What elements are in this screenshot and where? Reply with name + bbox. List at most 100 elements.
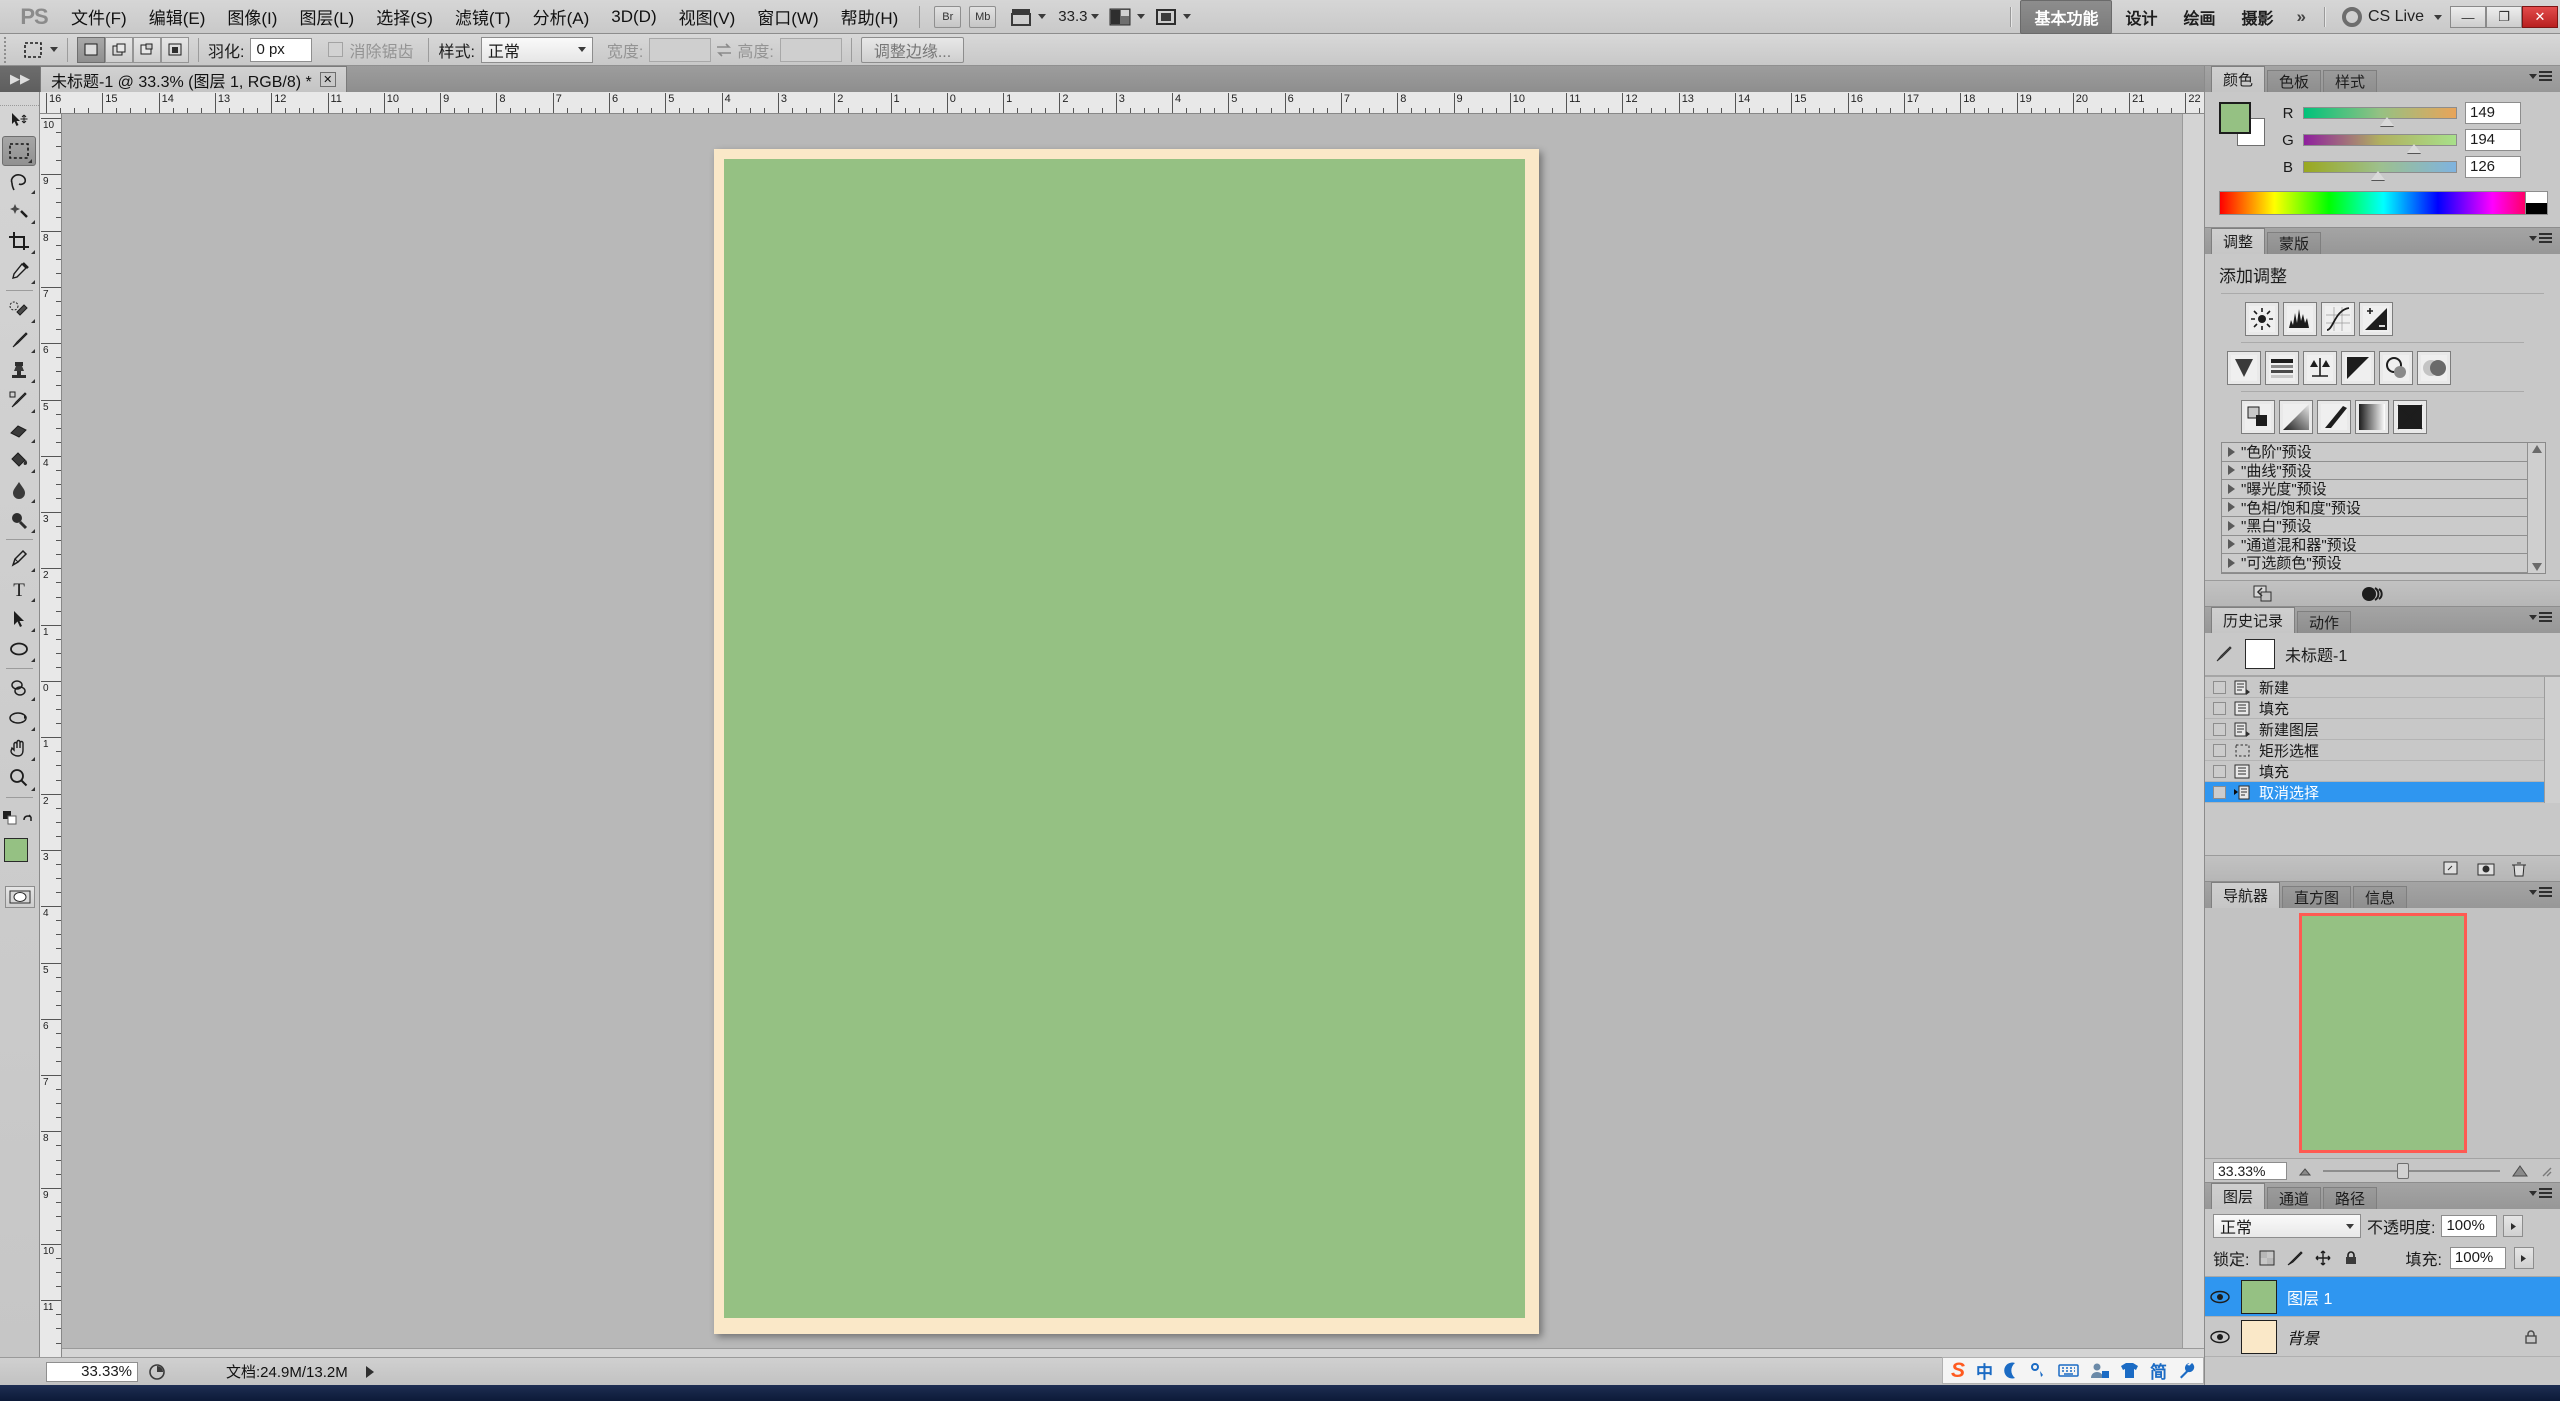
- color-swatches[interactable]: [0, 836, 40, 880]
- expand-triangle-icon[interactable]: [2228, 446, 2235, 457]
- restore-button[interactable]: ❐: [2486, 6, 2522, 28]
- skin-icon[interactable]: [2120, 1362, 2139, 1379]
- history-state-row[interactable]: 新建: [2205, 677, 2560, 698]
- menu-3d[interactable]: 3D(D): [600, 3, 667, 31]
- eyedropper-tool[interactable]: [0, 256, 38, 286]
- gradient-map-icon[interactable]: [2355, 400, 2389, 434]
- tab-swatches[interactable]: 色板: [2267, 70, 2322, 92]
- close-icon[interactable]: ✕: [319, 72, 336, 87]
- close-button[interactable]: ✕: [2522, 6, 2558, 28]
- layer-row-selected[interactable]: 图层 1: [2205, 1277, 2560, 1317]
- color-panel-swatches[interactable]: [2219, 102, 2269, 148]
- zoom-out-icon[interactable]: [2297, 1165, 2313, 1177]
- navigator-preview[interactable]: [2205, 908, 2560, 1158]
- return-to-adjustment-list-icon[interactable]: [2253, 585, 2273, 603]
- minimize-button[interactable]: —: [2450, 6, 2486, 28]
- tab-history[interactable]: 历史记录: [2211, 607, 2296, 633]
- snapshot-brush-icon[interactable]: [2213, 644, 2235, 664]
- b-slider-knob[interactable]: [2370, 171, 2385, 180]
- moon-icon[interactable]: [2004, 1362, 2019, 1379]
- intersect-selection-button[interactable]: [161, 36, 189, 63]
- crop-tool[interactable]: [0, 226, 38, 256]
- brush-tool[interactable]: [0, 325, 38, 355]
- subtract-from-selection-button[interactable]: [133, 36, 161, 63]
- navigator-zoom-slider[interactable]: [2323, 1162, 2500, 1180]
- ime-mode-label[interactable]: 中: [1976, 1358, 1993, 1383]
- spectrum-white-black-ends[interactable]: [2525, 192, 2547, 214]
- wrench-icon[interactable]: [2178, 1362, 2195, 1379]
- fill-stepper-icon[interactable]: [2513, 1247, 2534, 1269]
- history-state-checkbox[interactable]: [2213, 743, 2226, 757]
- feather-input[interactable]: 0 px: [250, 37, 313, 62]
- navigator-thumbnail[interactable]: [2298, 913, 2467, 1153]
- sogou-logo-icon[interactable]: S: [1951, 1359, 1965, 1383]
- blend-mode-dropdown[interactable]: 正常: [2213, 1214, 2361, 1238]
- history-state-checkbox[interactable]: [2213, 722, 2226, 736]
- ellipse-shape-tool[interactable]: [0, 634, 38, 664]
- preset-item[interactable]: "通道混和器"预设: [2222, 535, 2527, 554]
- layer-visibility-icon[interactable]: [2209, 1330, 2231, 1344]
- resize-grip-icon[interactable]: [2540, 1165, 2552, 1177]
- lock-all-icon[interactable]: [2341, 1248, 2361, 1268]
- history-state-row[interactable]: 矩形选框: [2205, 740, 2560, 761]
- create-document-from-state-icon[interactable]: [2443, 861, 2461, 877]
- screen-mode-icon[interactable]: [1008, 6, 1034, 28]
- history-state-row-selected[interactable]: 取消选择: [2205, 782, 2560, 803]
- foreground-color-swatch[interactable]: [4, 838, 28, 862]
- color-balance-icon[interactable]: [2303, 351, 2337, 385]
- expand-triangle-icon[interactable]: [2228, 465, 2235, 476]
- history-state-row[interactable]: 新建图层: [2205, 719, 2560, 740]
- b-value-input[interactable]: 126: [2465, 156, 2521, 178]
- expand-triangle-icon[interactable]: [2228, 483, 2235, 494]
- expand-triangle-icon[interactable]: [2228, 520, 2235, 531]
- layer-visibility-icon[interactable]: [2209, 1290, 2231, 1304]
- ime-simplified-label[interactable]: 简: [2150, 1358, 2167, 1383]
- workspace-more-button[interactable]: »: [2287, 7, 2316, 27]
- pen-tool[interactable]: [0, 544, 38, 574]
- color-spectrum-ramp[interactable]: [2219, 191, 2548, 215]
- status-zoom-input[interactable]: 33.33%: [46, 1361, 138, 1382]
- navigator-zoom-input[interactable]: 33.33%: [2213, 1161, 2287, 1180]
- tab-channels[interactable]: 通道: [2267, 1187, 2322, 1209]
- zoom-tool[interactable]: [0, 763, 38, 793]
- clone-stamp-tool[interactable]: [0, 355, 38, 385]
- launch-mini-bridge-button[interactable]: Mb: [969, 5, 997, 28]
- panel-menu-icon[interactable]: [2529, 887, 2552, 897]
- workspace-essentials[interactable]: 基本功能: [2020, 0, 2113, 34]
- arrange-caret-icon[interactable]: [1137, 14, 1146, 19]
- user-icon[interactable]: [2090, 1362, 2109, 1379]
- os-taskbar[interactable]: [0, 1385, 2560, 1401]
- posterize-icon[interactable]: [2279, 400, 2313, 434]
- tab-layers[interactable]: 图层: [2211, 1183, 2266, 1209]
- adjustment-presets-list[interactable]: "色阶"预设 "曲线"预设 "曝光度"预设 "色相/饱和度"预设 "黑白"预设 …: [2221, 442, 2546, 574]
- lock-position-icon[interactable]: [2313, 1248, 2333, 1268]
- panel-menu-icon[interactable]: [2529, 71, 2552, 81]
- history-snapshot-row[interactable]: 未标题-1: [2205, 633, 2560, 677]
- document-canvas[interactable]: [714, 149, 1539, 1334]
- quick-mask-icon[interactable]: [4, 886, 35, 908]
- horizontal-ruler[interactable]: 16 15 14 13 12 11 10 9 8 7 6 5 4 3 2 1 0 1 2 3 4 5 6 7 8 9 10 11 12 1…: [40, 92, 2204, 114]
- panel-menu-icon[interactable]: [2529, 1188, 2552, 1198]
- new-selection-button[interactable]: [77, 36, 105, 63]
- menu-file[interactable]: 文件(F): [60, 0, 138, 33]
- panel-menu-icon[interactable]: [2529, 612, 2552, 622]
- menu-view[interactable]: 视图(V): [668, 0, 747, 33]
- preset-item[interactable]: "色阶"预设: [2222, 443, 2527, 462]
- g-slider-track[interactable]: [2303, 134, 2457, 153]
- r-slider-track[interactable]: [2303, 107, 2457, 126]
- zoom-caret-icon[interactable]: [1091, 14, 1100, 19]
- g-slider-knob[interactable]: [2407, 144, 2422, 153]
- preset-item[interactable]: "曝光度"预设: [2222, 480, 2527, 499]
- menu-analysis[interactable]: 分析(A): [522, 0, 601, 33]
- path-selection-tool[interactable]: [0, 604, 38, 634]
- navigator-zoom-knob[interactable]: [2397, 1162, 2410, 1179]
- status-popup-arrow-icon[interactable]: [365, 1365, 374, 1378]
- tab-navigator[interactable]: 导航器: [2211, 882, 2281, 908]
- quick-selection-tool[interactable]: [0, 196, 38, 226]
- move-tool[interactable]: [0, 106, 38, 136]
- preview-clock-icon[interactable]: [148, 1363, 166, 1381]
- view-extras-caret-icon[interactable]: [1183, 14, 1192, 19]
- height-input[interactable]: [779, 37, 842, 62]
- menu-edit[interactable]: 编辑(E): [138, 0, 217, 33]
- g-value-input[interactable]: 194: [2465, 129, 2521, 151]
